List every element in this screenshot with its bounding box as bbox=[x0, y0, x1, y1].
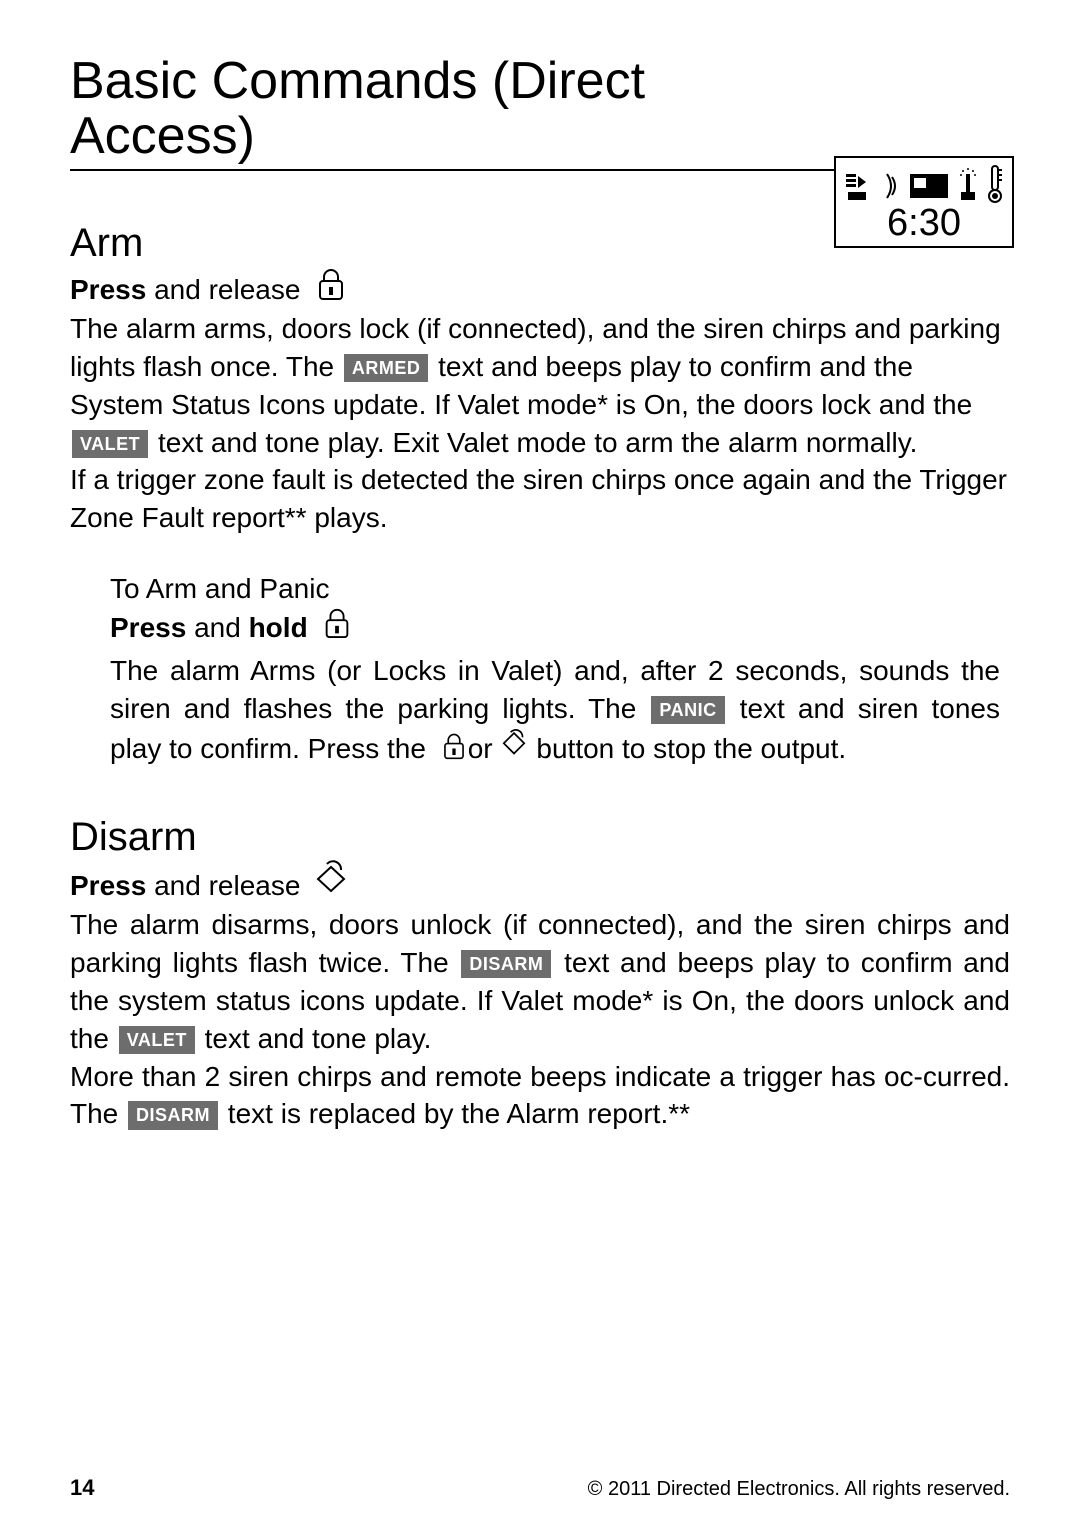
arm-press-line: Press and release bbox=[70, 265, 1010, 310]
disarm-paragraph-1: The alarm disarms, doors unlock (if conn… bbox=[70, 906, 1010, 1057]
arm-paragraph-2: If a trigger zone fault is detected the … bbox=[70, 461, 1010, 537]
disarm-paragraph-2: More than 2 siren chirps and remote beep… bbox=[70, 1058, 1010, 1134]
remote-time: 6:30 bbox=[842, 204, 1006, 246]
transmit-icon bbox=[844, 168, 878, 204]
unlock-icon bbox=[314, 859, 348, 906]
disarm-section: Disarm Press and release The alarm disar… bbox=[70, 815, 1010, 1133]
remote-status-icons bbox=[842, 162, 1006, 204]
copyright: © 2011 Directed Electronics. All rights … bbox=[588, 1478, 1010, 1501]
text: To Arm and Panic bbox=[110, 573, 329, 604]
disarm-heading: Disarm bbox=[70, 815, 1010, 859]
text: text is replaced by the Alarm report.** bbox=[220, 1098, 690, 1129]
text: text and tone play. bbox=[197, 1023, 432, 1054]
disarm-badge: DISARM bbox=[461, 950, 551, 978]
footer: 14 © 2011 Directed Electronics. All righ… bbox=[70, 1475, 1010, 1501]
press-word: Press bbox=[70, 274, 146, 305]
antenna-icon bbox=[957, 166, 979, 204]
lock-icon bbox=[321, 605, 353, 648]
unlock-icon bbox=[499, 728, 529, 772]
panic-badge: PANIC bbox=[651, 696, 724, 724]
arm-panic-paragraph: The alarm Arms (or Locks in Valet) and, … bbox=[110, 652, 1000, 771]
disarm-press-line: Press and release bbox=[70, 859, 1010, 906]
thermometer-icon bbox=[986, 164, 1004, 204]
car-door-icon bbox=[908, 168, 950, 204]
arm-panic-heading: To Arm and Panic bbox=[110, 573, 1000, 605]
title-rule: Basic Commands (Direct Access) bbox=[70, 54, 840, 171]
disarm-badge: DISARM bbox=[128, 1101, 218, 1129]
remote-screen: 6:30 bbox=[834, 156, 1014, 248]
lock-icon bbox=[314, 265, 348, 310]
text: the bbox=[379, 733, 433, 764]
valet-badge: VALET bbox=[119, 1026, 195, 1054]
arm-panic-press-line: Press and hold bbox=[110, 605, 1000, 648]
hold-word: hold bbox=[249, 612, 308, 643]
text: and bbox=[186, 612, 248, 643]
press-word: Press bbox=[110, 612, 186, 643]
armed-badge: ARMED bbox=[344, 354, 429, 382]
arm-paragraph-1: The alarm arms, doors lock (if connected… bbox=[70, 310, 1010, 461]
page-number: 14 bbox=[70, 1475, 94, 1501]
arm-panic-section: To Arm and Panic Press and hold The alar… bbox=[110, 573, 1000, 771]
page: Basic Commands (Direct Access) bbox=[0, 0, 1080, 1537]
text: and release bbox=[146, 870, 300, 901]
page-title: Basic Commands (Direct Access) bbox=[70, 54, 840, 163]
press-rest: and release bbox=[146, 274, 300, 305]
text: text and tone play. Exit Valet mode to a… bbox=[150, 427, 917, 458]
text: or bbox=[468, 733, 493, 764]
text: button to stop the output. bbox=[529, 733, 847, 764]
signal-icon bbox=[885, 168, 901, 204]
valet-badge: VALET bbox=[72, 430, 148, 458]
press-word: Press bbox=[70, 870, 146, 901]
press-inline: Press bbox=[308, 733, 380, 764]
lock-icon bbox=[440, 730, 468, 772]
